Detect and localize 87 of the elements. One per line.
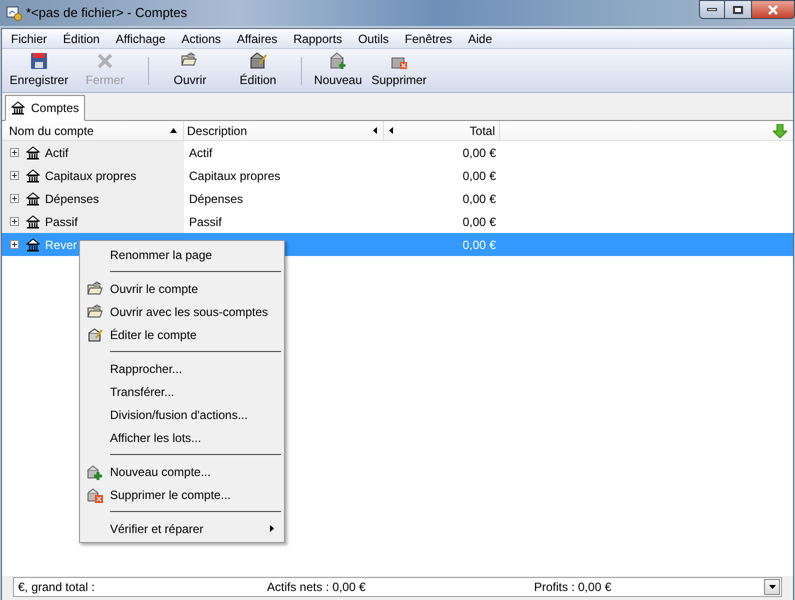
app-icon xyxy=(6,5,22,21)
down-arrow-icon xyxy=(773,124,787,138)
menu-item[interactable]: Fichier xyxy=(9,30,50,48)
expand-toggle[interactable] xyxy=(10,171,19,180)
table-cell: 0,00 € xyxy=(462,192,496,206)
column-header[interactable]: Nom du compte xyxy=(2,121,184,140)
table-cell: Capitaux propres xyxy=(189,168,280,182)
table-row[interactable]: Dépenses Dépenses 0,00 € xyxy=(2,187,793,210)
save-icon xyxy=(30,52,48,70)
folder-icon xyxy=(87,304,103,320)
menu-item[interactable]: Afficher les lots... xyxy=(80,426,284,449)
menu-item[interactable]: Ouvrir avec les sous-comptes xyxy=(80,300,284,323)
menu-item[interactable]: Aide xyxy=(466,30,494,48)
minimize-button[interactable] xyxy=(699,0,725,19)
table-cell: Passif xyxy=(189,214,222,228)
close-icon xyxy=(767,4,779,14)
toolbar-button[interactable]: Enregistrer xyxy=(6,50,72,90)
window-title: *<pas de fichier> - Comptes xyxy=(26,4,188,22)
table-cell: 0,00 € xyxy=(462,168,496,182)
menu-item[interactable]: Fenêtres xyxy=(402,30,454,48)
menu-item[interactable]: Rapports xyxy=(291,30,344,48)
menu-item[interactable]: Éditer le compte xyxy=(80,323,284,346)
table-cell: 0,00 € xyxy=(462,214,496,228)
menu-item[interactable]: Nouveau compte... xyxy=(80,460,284,483)
sort-ascending-icon xyxy=(170,128,177,133)
menu-item[interactable]: Supprimer le compte... xyxy=(80,483,284,506)
menu-item[interactable]: Rapprocher... xyxy=(80,357,284,380)
table-cell-text: Rever xyxy=(45,236,78,254)
menu-item[interactable]: Affichage xyxy=(114,30,168,48)
bank-delete-icon xyxy=(87,486,103,502)
table-cell-text: Passif xyxy=(45,214,78,230)
table-cell: 0,00 € xyxy=(462,238,496,252)
submenu-arrow-icon xyxy=(270,525,274,532)
toolbar-button[interactable]: Nouveau xyxy=(310,50,366,90)
expand-toggle[interactable] xyxy=(10,240,19,249)
plus-icon xyxy=(12,173,17,178)
table-cell-text: Capitaux propres xyxy=(45,168,136,184)
maximize-button[interactable] xyxy=(725,0,751,19)
table-cell-text: Dépenses xyxy=(45,190,100,208)
close-button[interactable] xyxy=(751,0,795,19)
menu-item[interactable]: Transférer... xyxy=(80,380,284,403)
collapse-left-icon xyxy=(389,127,393,134)
menu-item[interactable]: Édition xyxy=(61,30,102,48)
expand-toggle[interactable] xyxy=(10,194,19,203)
toolbar-button[interactable]: Édition xyxy=(225,50,291,90)
table-cell: 0,00 € xyxy=(462,146,496,160)
status-text: Actifs nets : 0,00 € xyxy=(267,579,367,596)
status-text: Profits : 0,00 € xyxy=(534,579,612,596)
collapse-left-icon xyxy=(373,127,377,134)
table-row[interactable]: Capitaux propres Capitaux propres 0,00 € xyxy=(2,164,793,187)
bank-icon xyxy=(26,238,40,252)
table-cell-text: Actif xyxy=(45,144,68,162)
menu-item[interactable]: Affaires xyxy=(234,30,280,48)
plus-icon xyxy=(12,219,17,224)
caret-down-icon xyxy=(768,585,776,589)
menu-item[interactable]: Vérifier et réparer xyxy=(80,517,284,540)
expand-toggle[interactable] xyxy=(10,217,19,226)
close-icon xyxy=(96,52,114,70)
bank-icon xyxy=(11,101,25,115)
tab[interactable]: Comptes xyxy=(5,95,86,121)
folder-icon xyxy=(87,280,103,296)
menu-item[interactable]: Actions xyxy=(180,30,223,48)
bank-plus-icon xyxy=(329,52,347,70)
bank-icon xyxy=(26,146,40,160)
toolbar-button[interactable]: Supprimer xyxy=(368,50,430,90)
bank-icon xyxy=(26,168,40,182)
bank-plus-icon xyxy=(87,464,103,480)
table-row[interactable]: Actif Actif 0,00 € xyxy=(2,141,793,164)
dropdown-button[interactable] xyxy=(764,579,780,595)
column-header[interactable]: Description xyxy=(184,121,384,140)
table-cell: Dépenses xyxy=(189,192,244,206)
menu-item[interactable]: Division/fusion d'actions... xyxy=(80,403,284,426)
bank-icon xyxy=(26,192,40,206)
status-text: €, grand total : xyxy=(18,579,96,596)
column-header[interactable]: Total xyxy=(384,121,500,140)
plus-icon xyxy=(12,196,17,201)
toolbar-button[interactable]: Ouvrir xyxy=(157,50,223,90)
menu-item[interactable]: Ouvrir le compte xyxy=(80,277,284,300)
bank-edit-icon xyxy=(87,326,103,342)
menu-item[interactable]: Outils xyxy=(356,30,391,48)
plus-icon xyxy=(12,242,17,247)
table-row[interactable]: Passif Passif 0,00 € xyxy=(2,210,793,233)
bank-icon xyxy=(26,214,40,228)
bank-edit-icon xyxy=(249,52,267,70)
plus-icon xyxy=(12,150,17,155)
table-cell: Actif xyxy=(189,146,212,160)
expand-toggle[interactable] xyxy=(10,148,19,157)
